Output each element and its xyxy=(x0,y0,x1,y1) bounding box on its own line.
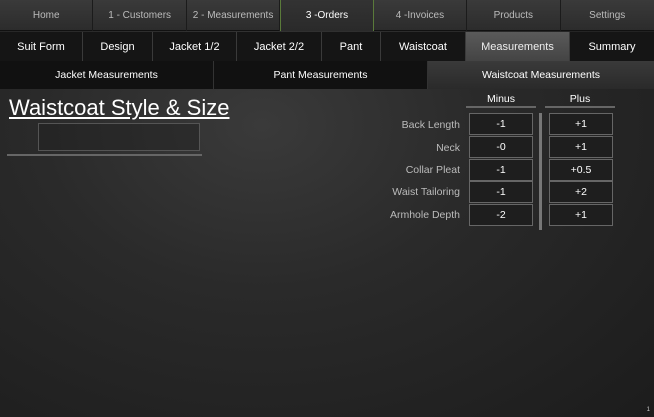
style-size-field[interactable] xyxy=(38,123,200,151)
plus-collar-pleat-field[interactable]: +0.5 xyxy=(549,159,613,181)
plus-header-rule xyxy=(545,106,615,108)
tab-jacket-2[interactable]: Jacket 2/2 xyxy=(237,32,322,61)
minus-collar-pleat-field[interactable]: -1 xyxy=(469,159,533,181)
tab-pant[interactable]: Pant xyxy=(322,32,381,61)
tab-products[interactable]: Products xyxy=(467,0,561,31)
tab-orders[interactable]: 3 -Orders xyxy=(280,0,374,31)
plus-column-header: Plus xyxy=(569,93,591,105)
column-divider xyxy=(539,113,542,230)
plus-waist-tailoring-field[interactable]: +2 xyxy=(549,181,613,203)
tab-design[interactable]: Design xyxy=(83,32,153,61)
tab-measurements-sub[interactable]: Measurements xyxy=(466,32,570,61)
title-divider xyxy=(7,154,202,156)
minus-neck-field[interactable]: -0 xyxy=(469,136,533,158)
measurement-type-nav: Jacket Measurements Pant Measurements Wa… xyxy=(0,61,654,89)
tab-home[interactable]: Home xyxy=(0,0,94,31)
row-label-back-length: Back Length xyxy=(401,119,460,131)
minus-waist-tailoring-field[interactable]: -1 xyxy=(469,181,533,203)
tab-pant-measurements[interactable]: Pant Measurements xyxy=(214,61,428,89)
row-label-armhole-depth: Armhole Depth xyxy=(389,209,460,221)
minus-back-length-field[interactable]: -1 xyxy=(469,113,533,135)
tab-summary[interactable]: Summary xyxy=(570,32,654,61)
tab-settings[interactable]: Settings xyxy=(561,0,654,31)
tab-measurements[interactable]: 2 - Measurements xyxy=(187,0,281,31)
plus-armhole-depth-field[interactable]: +1 xyxy=(549,204,613,226)
row-label-neck: Neck xyxy=(436,142,460,154)
tab-waistcoat[interactable]: Waistcoat xyxy=(381,32,466,61)
order-section-nav: Suit Form Design Jacket 1/2 Jacket 2/2 P… xyxy=(0,32,654,61)
main-nav: Home 1 - Customers 2 - Measurements 3 -O… xyxy=(0,0,654,31)
page-number: 1 xyxy=(646,407,650,413)
row-label-waist-tailoring: Waist Tailoring xyxy=(392,186,460,198)
row-label-collar-pleat: Collar Pleat xyxy=(405,164,460,176)
plus-back-length-field[interactable]: +1 xyxy=(549,113,613,135)
page-title: Waistcoat Style & Size xyxy=(9,95,230,120)
minus-column-header: Minus xyxy=(486,93,515,105)
tab-waistcoat-measurements[interactable]: Waistcoat Measurements xyxy=(428,61,654,89)
tab-jacket-1[interactable]: Jacket 1/2 xyxy=(153,32,237,61)
tab-jacket-measurements[interactable]: Jacket Measurements xyxy=(0,61,214,89)
minus-armhole-depth-field[interactable]: -2 xyxy=(469,204,533,226)
tab-customers[interactable]: 1 - Customers xyxy=(93,0,187,31)
plus-neck-field[interactable]: +1 xyxy=(549,136,613,158)
tab-suit-form[interactable]: Suit Form xyxy=(0,32,83,61)
tab-invoices[interactable]: 4 -Invoices xyxy=(374,0,468,31)
minus-header-rule xyxy=(466,106,536,108)
